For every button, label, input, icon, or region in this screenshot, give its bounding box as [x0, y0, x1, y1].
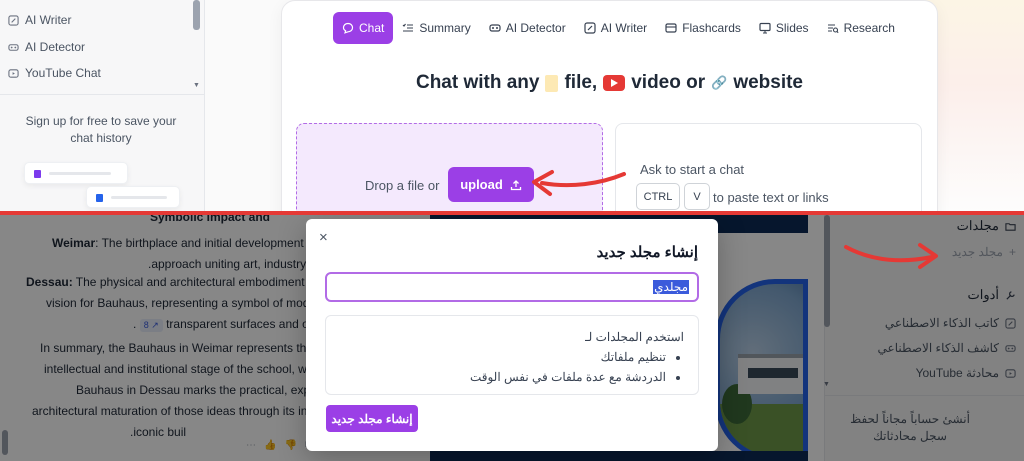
- sidebar-item-label: AI Detector: [25, 40, 86, 54]
- tab-label: Slides: [775, 21, 809, 35]
- list-item: تنظيم ملفاتك: [326, 347, 666, 367]
- tab-label: Chat: [359, 21, 385, 35]
- list-item: الدردشة مع عدة ملفات في نفس الوقت: [326, 367, 666, 387]
- sidebar-item-label: YouTube Chat: [25, 66, 101, 80]
- document-icon: [96, 194, 103, 202]
- youtube-icon: [8, 68, 19, 78]
- headline-text: Chat with any: [415, 72, 540, 93]
- document-icon: [34, 170, 41, 178]
- close-icon[interactable]: ×: [319, 229, 328, 246]
- sidebar-item-ai-writer[interactable]: AI Writer: [8, 13, 71, 27]
- info-heading: استخدم المجلدات لـ: [585, 330, 684, 344]
- left-sidebar: AI Writer AI Detector YouTube Chat ▼ Sig…: [0, 0, 205, 212]
- tab-label: AI Writer: [600, 21, 648, 35]
- ctrl-key-badge: CTRL: [636, 183, 680, 210]
- presentation-icon: [759, 22, 771, 34]
- page-headline: Chat with any file, video or 🔗 website: [281, 72, 938, 94]
- upload-label: upload: [460, 177, 503, 192]
- chat-bubble-icon: [342, 22, 354, 34]
- edit-icon: [584, 22, 596, 34]
- sidebar-item-label: AI Writer: [25, 13, 72, 27]
- sidebar-scrollbar[interactable]: [193, 0, 200, 30]
- tab-summary[interactable]: Summary: [393, 12, 479, 44]
- tab-research[interactable]: Research: [818, 12, 904, 44]
- tab-flashcards[interactable]: Flashcards: [656, 12, 750, 44]
- create-folder-button[interactable]: إنشاء مجلد جديد: [326, 405, 418, 432]
- research-icon: [827, 24, 839, 34]
- tab-chat[interactable]: Chat: [333, 12, 394, 44]
- annotation-arrow-icon: [532, 170, 626, 196]
- folder-info-box: استخدم المجلدات لـ تنظيم ملفاتك الدردشة …: [325, 315, 699, 395]
- dropzone-text: Drop a file or: [365, 178, 440, 193]
- top-screenshot-panel: AI Writer AI Detector YouTube Chat ▼ Sig…: [0, 0, 1024, 212]
- tab-label: Summary: [419, 21, 471, 35]
- folder-name-input[interactable]: مجلدي: [325, 272, 699, 302]
- paste-hint-text: to paste text or links: [713, 190, 829, 205]
- tab-ai-detector[interactable]: AI Detector: [480, 12, 575, 44]
- chat-history-preview-card: [24, 162, 128, 184]
- video-icon: [603, 75, 626, 91]
- tab-label: AI Detector: [505, 21, 566, 35]
- headline-text: video or: [631, 72, 706, 93]
- dialog-title: إنشاء مجلد جديد: [596, 244, 698, 261]
- edit-icon: [8, 14, 19, 26]
- create-folder-dialog: × إنشاء مجلد جديد مجلدي استخدم المجلدات …: [306, 219, 718, 451]
- tab-label: Research: [843, 21, 895, 35]
- file-icon: [545, 74, 559, 92]
- bottom-screenshot-panel: Symbolic Impact and Weimar: The birthpla…: [0, 215, 1024, 461]
- v-key-badge: V: [684, 183, 710, 210]
- signup-prompt: Sign up for free to save your chat histo…: [25, 114, 177, 145]
- tab-slides[interactable]: Slides: [750, 12, 818, 44]
- info-list: تنظيم ملفاتك الدردشة مع عدة ملفات في نفس…: [326, 347, 684, 387]
- cards-icon: [665, 23, 677, 33]
- tab-label: Flashcards: [682, 21, 741, 35]
- mode-tabs: Chat Summary AI Detector AI Writer Flash…: [333, 12, 904, 44]
- headline-text: file,: [564, 72, 598, 93]
- sidebar-divider: [0, 94, 205, 95]
- annotation-arrow-icon: [844, 243, 938, 269]
- detector-icon: [489, 24, 501, 32]
- sidebar-item-youtube-chat[interactable]: YouTube Chat: [8, 66, 101, 80]
- selected-input-text: مجلدي: [653, 280, 689, 294]
- headline-text: website: [733, 72, 804, 93]
- detector-icon: [8, 43, 19, 51]
- tab-ai-writer[interactable]: AI Writer: [575, 12, 656, 44]
- link-icon: 🔗: [711, 75, 728, 90]
- chat-prompt-text: Ask to start a chat: [640, 162, 745, 177]
- sidebar-item-ai-detector[interactable]: AI Detector: [8, 40, 85, 54]
- chat-history-preview-card: [86, 186, 180, 208]
- list-check-icon: [402, 23, 414, 32]
- scroll-down-arrow-icon[interactable]: ▼: [193, 82, 200, 89]
